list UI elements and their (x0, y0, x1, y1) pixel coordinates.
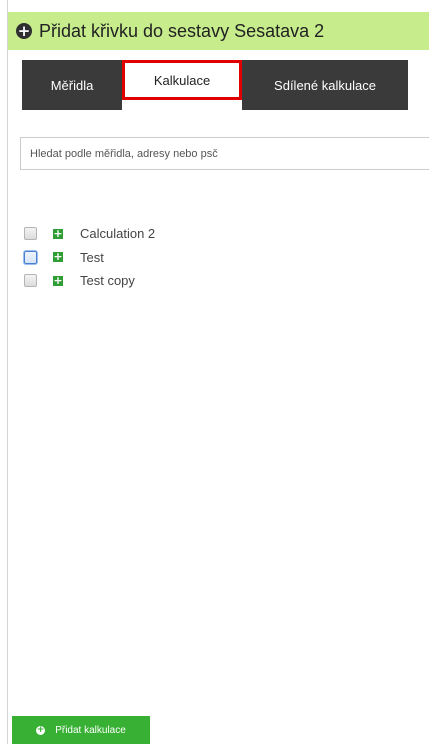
plus-square-icon[interactable]: + (53, 251, 63, 263)
panel-border (7, 0, 429, 744)
calculation-label: Test copy (80, 273, 135, 289)
panel-header: + Přidat křivku do sestavy Sesatava 2 (8, 12, 429, 50)
tab-sdilene-kalkulace[interactable]: Sdílené kalkulace (242, 60, 408, 110)
calculation-checkbox[interactable] (24, 250, 37, 264)
search-input[interactable] (20, 137, 429, 170)
tab-meridla[interactable]: Měřidla (22, 60, 122, 110)
tab-kalkulace[interactable]: Kalkulace (122, 60, 242, 100)
tab-bar: Měřidla Kalkulace Sdílené kalkulace (22, 60, 429, 110)
add-curve-panel: + Přidat křivku do sestavy Sesatava 2 Mě… (0, 0, 429, 744)
tab-bar-spacer (408, 60, 429, 110)
list-item: + Calculation 2 (24, 222, 404, 246)
calculation-checkbox[interactable] (24, 227, 37, 241)
list-item: + Test copy (24, 269, 404, 293)
plus-circle-icon: + (16, 22, 32, 40)
calculation-list: + Calculation 2 + Test + Test copy (24, 222, 404, 293)
calculation-label: Calculation 2 (80, 226, 156, 242)
plus-circle-icon: + (36, 724, 46, 735)
plus-square-icon[interactable]: + (53, 228, 63, 239)
calculation-checkbox[interactable] (24, 274, 37, 288)
list-item: + Test (24, 246, 404, 270)
plus-square-icon[interactable]: + (53, 275, 63, 286)
panel-title: Přidat křivku do sestavy Sesatava 2 (39, 20, 325, 41)
calculation-label: Test (80, 249, 104, 265)
add-calculation-button-label: Přidat kalkulace (55, 724, 126, 736)
add-calculation-button[interactable]: + Přidat kalkulace (12, 716, 150, 744)
